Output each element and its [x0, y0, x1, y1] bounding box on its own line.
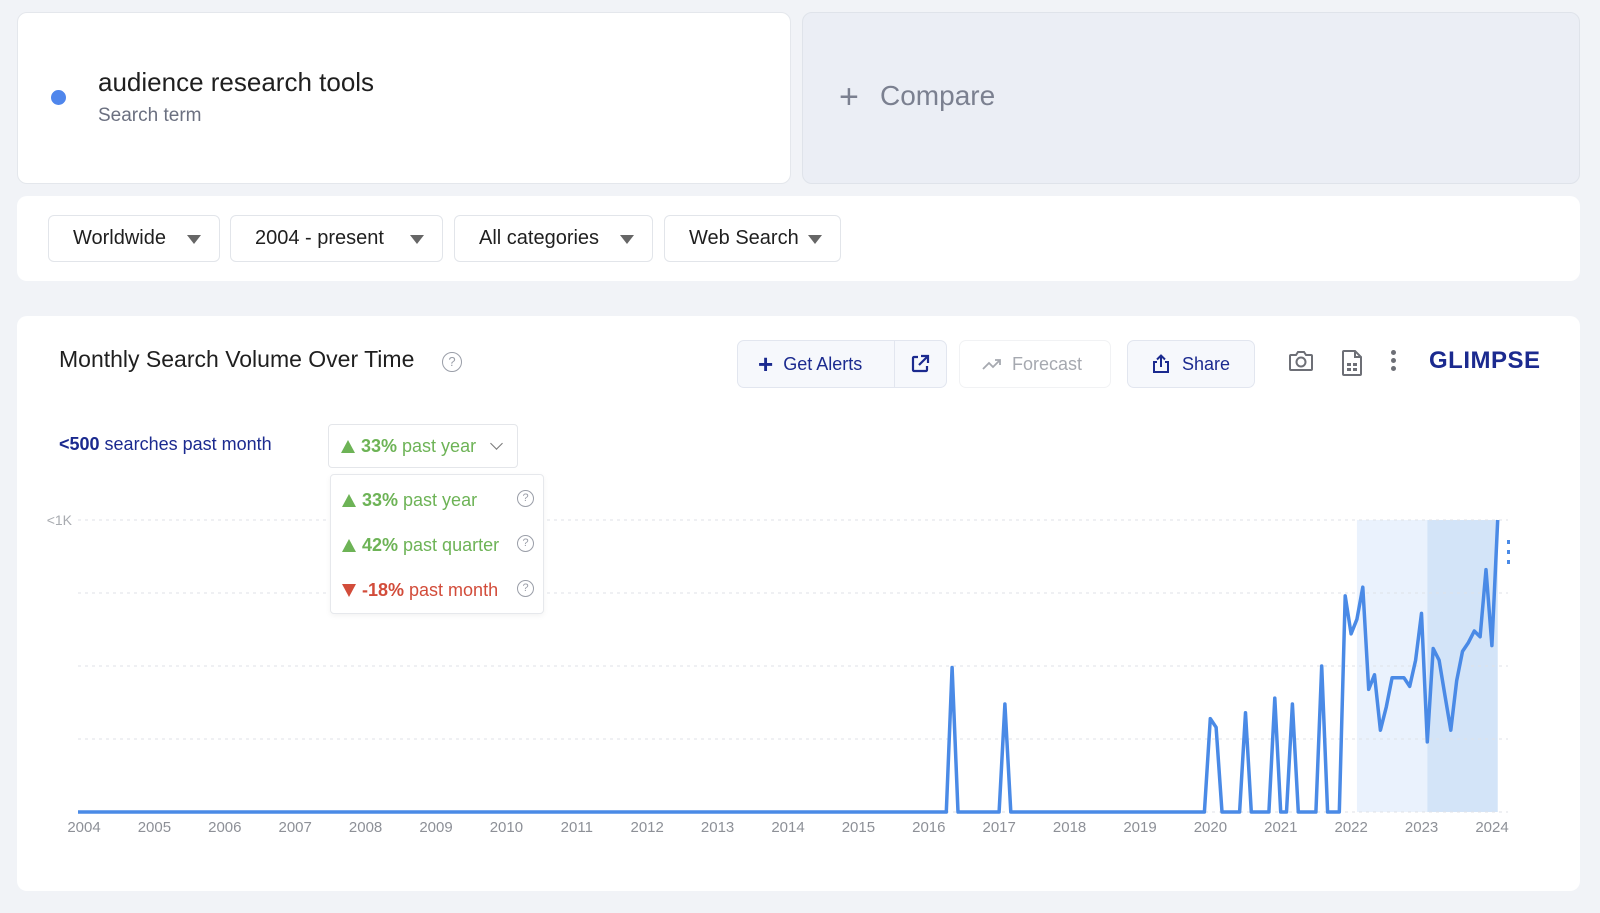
- caret-down-icon: [808, 235, 822, 244]
- help-icon[interactable]: ?: [517, 490, 534, 507]
- help-icon[interactable]: ?: [517, 580, 534, 597]
- term-color-dot: [51, 90, 66, 105]
- growth-menu-item-year[interactable]: 33% past year ?: [342, 488, 538, 512]
- arrow-down-icon: [342, 583, 356, 597]
- x-tick-label: 2019: [1123, 819, 1156, 836]
- caret-down-icon: [410, 235, 424, 244]
- x-tick-label: 2005: [138, 819, 171, 836]
- x-tick-label: 2017: [983, 819, 1016, 836]
- arrow-up-icon: [341, 439, 355, 453]
- x-tick-label: 2021: [1264, 819, 1297, 836]
- growth-menu: 33% past year ? 42% past quarter ? -18% …: [330, 474, 544, 614]
- x-tick-label: 2011: [561, 819, 593, 836]
- growth-menu-label: past month: [404, 579, 499, 600]
- more-options-icon[interactable]: [1389, 350, 1397, 374]
- trend-chart: 2004 2005 2006 2007 2008 2009 2010 2011 2012 2013…: [47, 512, 1510, 836]
- trend-up-icon: [982, 359, 1001, 370]
- external-link-icon: [912, 354, 930, 373]
- growth-menu-label: past quarter: [398, 534, 500, 555]
- x-tick-label: 2015: [842, 819, 875, 836]
- get-alerts-button[interactable]: + Get Alerts: [738, 341, 895, 387]
- x-tick-label: 2013: [701, 819, 734, 836]
- x-tick-label: 2024: [1475, 819, 1508, 836]
- x-tick-label: 2018: [1053, 819, 1086, 836]
- growth-period: past year: [397, 435, 477, 456]
- time-range-dropdown[interactable]: 2004 - present: [230, 215, 443, 262]
- x-tick-label: 2023: [1405, 819, 1438, 836]
- growth-menu-value: 42%: [362, 534, 399, 555]
- growth-menu-item-month[interactable]: -18% past month ?: [342, 578, 538, 602]
- share-button[interactable]: Share: [1127, 340, 1255, 388]
- x-tick-label: 2010: [490, 819, 523, 836]
- search-type-dropdown[interactable]: Web Search: [664, 215, 841, 262]
- search-volume-summary: <500 searches past month: [59, 434, 272, 455]
- category-dropdown[interactable]: All categories: [454, 215, 653, 262]
- caret-down-icon: [620, 235, 634, 244]
- region-label: Worldwide: [73, 227, 166, 249]
- growth-menu-value: 33%: [362, 489, 399, 510]
- growth-menu-label: past year: [398, 489, 478, 510]
- help-icon[interactable]: ?: [517, 535, 534, 552]
- plus-icon: +: [839, 78, 859, 116]
- growth-menu-value: -18%: [362, 579, 405, 600]
- region-dropdown[interactable]: Worldwide: [48, 215, 220, 262]
- help-icon[interactable]: ?: [442, 352, 462, 372]
- x-tick-label: 2007: [279, 819, 312, 836]
- chart-title: Monthly Search Volume Over Time: [59, 346, 415, 372]
- search-term-card: audience research tools Search term: [17, 12, 791, 184]
- filters-bar: Worldwide 2004 - present All categories …: [17, 196, 1580, 281]
- forecast-dot: [1507, 550, 1510, 554]
- x-tick-label: 2020: [1194, 819, 1227, 836]
- search-type-label: Web Search: [689, 227, 799, 249]
- x-tick-label: 2006: [208, 819, 241, 836]
- x-tick-label: 2012: [631, 819, 664, 836]
- y-tick-label: <1K: [47, 512, 73, 528]
- term-name: audience research tools: [98, 67, 375, 97]
- arrow-up-icon: [342, 538, 356, 552]
- growth-menu-item-quarter[interactable]: 42% past quarter ?: [342, 533, 538, 557]
- growth-selected: 33% past year: [341, 436, 476, 457]
- alerts-group: + Get Alerts: [737, 340, 947, 388]
- volume-value: <500: [59, 434, 100, 454]
- x-tick-label: 2008: [349, 819, 382, 836]
- get-alerts-label: Get Alerts: [783, 353, 863, 374]
- camera-icon[interactable]: [1288, 350, 1314, 377]
- chevron-down-icon: [490, 437, 503, 450]
- forecast-button[interactable]: Forecast: [959, 340, 1111, 388]
- category-label: All categories: [479, 227, 600, 249]
- volume-suffix: searches past month: [99, 434, 272, 454]
- open-external-button[interactable]: [895, 341, 946, 387]
- forecast-dot: [1507, 560, 1510, 564]
- time-range-label: 2004 - present: [255, 227, 384, 249]
- caret-down-icon: [187, 235, 201, 244]
- compare-button[interactable]: + Compare: [802, 12, 1580, 184]
- share-label: Share: [1182, 353, 1231, 374]
- growth-value: 33%: [361, 435, 398, 456]
- plus-icon: +: [758, 349, 774, 379]
- x-tick-label: 2022: [1335, 819, 1368, 836]
- x-tick-label: 2009: [419, 819, 452, 836]
- term-sublabel: Search term: [98, 105, 202, 126]
- share-icon: [1153, 354, 1169, 373]
- spreadsheet-icon[interactable]: [1341, 350, 1363, 381]
- forecast-dot: [1507, 540, 1510, 544]
- compare-label: Compare: [880, 80, 996, 111]
- x-tick-label: 2014: [771, 819, 804, 836]
- forecast-label: Forecast: [1012, 353, 1083, 374]
- x-tick-label: 2016: [912, 819, 945, 836]
- arrow-up-icon: [342, 493, 356, 507]
- chart-card: 2004 2005 2006 2007 2008 2009 2010 2011 2012 2013…: [17, 316, 1580, 891]
- x-tick-label: 2004: [67, 819, 100, 836]
- growth-dropdown[interactable]: 33% past year: [328, 424, 518, 468]
- glimpse-logo: GLIMPSE: [1429, 347, 1541, 374]
